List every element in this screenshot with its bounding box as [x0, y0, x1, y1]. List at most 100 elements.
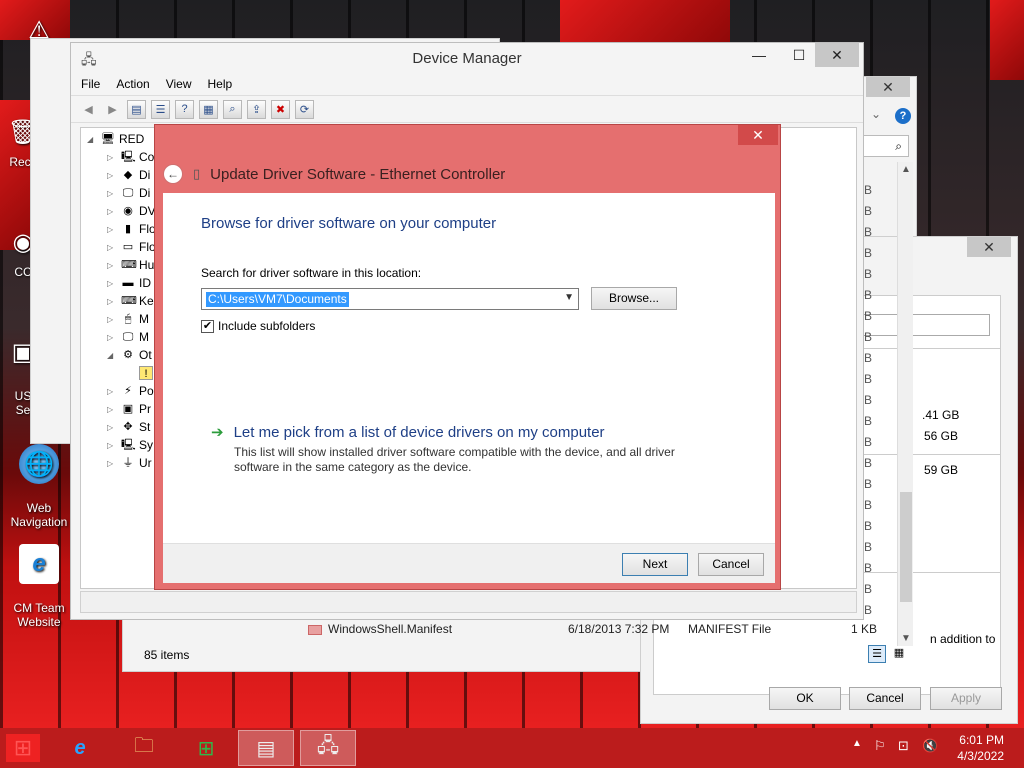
- enable-device-icon[interactable]: ⟳: [295, 99, 314, 119]
- browse-button[interactable]: Browse...: [591, 287, 677, 310]
- tree-item[interactable]: ▷ 🖵 Di: [107, 184, 150, 202]
- properties-view-icon[interactable]: ▤: [127, 99, 146, 119]
- tiles-view-icon[interactable]: ▦: [890, 645, 908, 663]
- tree-item[interactable]: ▷ 🖳 Sy: [107, 436, 153, 454]
- expand-arrow-icon[interactable]: ▷: [107, 387, 117, 396]
- back-arrow-icon[interactable]: ◀: [79, 100, 98, 119]
- details-icon[interactable]: ☰: [151, 99, 170, 119]
- show-hidden-icons-icon[interactable]: ▲: [852, 738, 862, 749]
- expand-arrow-icon[interactable]: ▷: [107, 315, 117, 324]
- expand-arrow-icon[interactable]: ▷: [107, 171, 117, 180]
- close-icon[interactable]: ✕: [967, 237, 1011, 257]
- scroll-down-icon[interactable]: ▼: [901, 633, 911, 644]
- forward-arrow-icon[interactable]: ▶: [103, 100, 122, 119]
- expand-arrow-icon[interactable]: ▷: [107, 441, 117, 450]
- next-button[interactable]: Next: [622, 553, 688, 576]
- tree-item[interactable]: ▷ ⚡ Po: [107, 382, 154, 400]
- expand-arrow-icon[interactable]: ▷: [107, 153, 117, 162]
- location-combobox[interactable]: C:\Users\VM7\Documents ▼: [201, 288, 579, 310]
- tree-item[interactable]: ▷ ⌨ Ke: [107, 292, 154, 310]
- tree-item[interactable]: ▷ 🖵 M: [107, 328, 149, 346]
- include-subfolders-checkbox[interactable]: ✔: [201, 319, 214, 333]
- tree-item[interactable]: ▷ ▬ ID: [107, 274, 151, 292]
- tree-item[interactable]: ▷ 🖱 M: [107, 310, 149, 328]
- tree-item[interactable]: ▷ ✥ St: [107, 418, 150, 436]
- include-subfolders-row[interactable]: ✔ Include subfolders: [201, 319, 315, 333]
- chevron-down-icon[interactable]: ▼: [564, 292, 574, 303]
- update-driver-dialog: ✕ ← ▯ Update Driver Software - Ethernet …: [154, 124, 781, 590]
- expand-arrow-icon[interactable]: ▷: [107, 459, 117, 468]
- close-icon[interactable]: ✕: [815, 43, 859, 67]
- cancel-button[interactable]: Cancel: [698, 553, 764, 576]
- expand-arrow-icon[interactable]: ▷: [107, 207, 117, 216]
- collapse-arrow-icon[interactable]: ◢: [107, 351, 117, 360]
- details-view-icon[interactable]: ☰: [868, 645, 886, 663]
- tree-item[interactable]: ▷ 🖳 Co: [107, 148, 154, 166]
- cancel-button[interactable]: Cancel: [849, 687, 921, 710]
- expand-arrow-icon[interactable]: ▷: [107, 405, 117, 414]
- globe-icon: 🌐: [19, 444, 59, 484]
- vertical-scrollbar[interactable]: ▲ ▼: [897, 162, 913, 646]
- desktop-icon-label: Web Navigation: [10, 501, 68, 529]
- clock[interactable]: 6:01 PM 4/3/2022: [957, 732, 1004, 764]
- scrollbar-thumb[interactable]: [900, 492, 912, 602]
- desktop-icon-cm-team-website[interactable]: e CM Team Website: [4, 530, 74, 643]
- table-row[interactable]: WindowsShell.Manifest: [308, 622, 452, 636]
- tree-root[interactable]: ◢ 🖥 RED: [87, 130, 144, 148]
- internet-explorer-icon[interactable]: e: [52, 730, 108, 766]
- expand-arrow-icon[interactable]: ▷: [107, 225, 117, 234]
- internet-explorer-icon: e: [19, 544, 59, 584]
- expand-arrow-icon[interactable]: ▷: [107, 189, 117, 198]
- list-view-icon[interactable]: ▦: [199, 99, 218, 119]
- ok-button[interactable]: OK: [769, 687, 841, 710]
- volume-muted-icon[interactable]: 🔇: [922, 738, 938, 754]
- pick-from-list-title[interactable]: Let me pick from a list of device driver…: [234, 424, 605, 441]
- pick-from-list-link[interactable]: ➔ Let me pick from a list of device driv…: [211, 423, 605, 442]
- start-windows-icon[interactable]: ⊞: [6, 734, 40, 762]
- desktop-icon-web-navigation[interactable]: 🌐 Web Navigation: [4, 430, 74, 543]
- wallpaper-block: [560, 0, 730, 45]
- tree-item-label: St: [139, 420, 151, 434]
- back-arrow-icon[interactable]: ←: [163, 164, 183, 184]
- tree-item[interactable]: ▷ ⌨ Hu: [107, 256, 154, 274]
- menu-file[interactable]: File: [81, 77, 100, 91]
- action-center-flag-icon[interactable]: ⚐: [874, 738, 886, 754]
- tree-item[interactable]: ▷ ▮ Flo: [107, 220, 156, 238]
- close-icon[interactable]: ✕: [866, 77, 910, 97]
- menu-view[interactable]: View: [166, 77, 192, 91]
- help-icon[interactable]: ?: [895, 108, 911, 124]
- location-input[interactable]: C:\Users\VM7\Documents: [206, 292, 349, 307]
- update-driver-icon[interactable]: ⇪: [247, 99, 266, 119]
- tree-item[interactable]: ▷ ◉ DV: [107, 202, 156, 220]
- store-icon[interactable]: ⊞: [178, 730, 234, 766]
- help-icon[interactable]: ?: [175, 99, 194, 119]
- close-icon[interactable]: ✕: [738, 125, 778, 145]
- tree-item[interactable]: ▷ ▭ Flo: [107, 238, 156, 256]
- tree-item[interactable]: ▷ ⏚ Ur: [107, 454, 152, 472]
- menu-action[interactable]: Action: [116, 77, 149, 91]
- apply-button[interactable]: Apply: [930, 687, 1002, 710]
- expand-arrow-icon[interactable]: ▷: [107, 279, 117, 288]
- tree-item[interactable]: ◢ ⚙ Ot: [107, 346, 152, 364]
- scroll-up-icon[interactable]: ▲: [901, 164, 911, 175]
- device-manager-taskbar-icon[interactable]: 🖧: [300, 730, 356, 766]
- uninstall-icon[interactable]: ✖: [271, 99, 290, 119]
- collapse-arrow-icon[interactable]: ◢: [87, 135, 97, 144]
- minimize-icon[interactable]: —: [739, 43, 779, 67]
- chevron-down-icon[interactable]: ⌄: [871, 107, 881, 121]
- expand-arrow-icon[interactable]: ▷: [107, 423, 117, 432]
- network-icon[interactable]: ⊡: [898, 738, 909, 754]
- window-taskbar-icon[interactable]: ▤: [238, 730, 294, 766]
- expand-arrow-icon[interactable]: ▷: [107, 333, 117, 342]
- dialog-body: Browse for driver software on your compu…: [163, 193, 775, 543]
- maximize-icon[interactable]: ☐: [779, 43, 819, 67]
- menu-help[interactable]: Help: [208, 77, 233, 91]
- tree-item[interactable]: ▷ ▣ Pr: [107, 400, 151, 418]
- expand-arrow-icon[interactable]: ▷: [107, 297, 117, 306]
- expand-arrow-icon[interactable]: ▷: [107, 243, 117, 252]
- file-explorer-icon[interactable]: 🗀: [116, 730, 172, 766]
- scan-hardware-icon[interactable]: ⌕: [223, 99, 242, 119]
- expand-arrow-icon[interactable]: ▷: [107, 261, 117, 270]
- tree-item[interactable]: ▷ ◆ Di: [107, 166, 150, 184]
- search-box[interactable]: ⌕: [863, 135, 909, 157]
